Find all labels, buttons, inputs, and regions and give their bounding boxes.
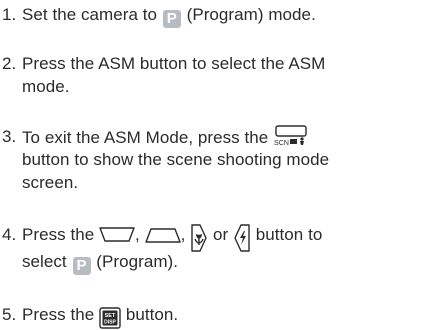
macro-right-button-icon: [190, 224, 208, 252]
instruction-list: 1. Set the camera to P (Program) mode. 2…: [0, 0, 445, 330]
set-disp-button-icon: SET DISP: [99, 307, 121, 330]
step-2-line-1: Press the ASM button to select the ASM: [22, 54, 326, 73]
step-number: 1.: [2, 5, 17, 24]
step-text: Press the: [22, 305, 95, 324]
step-text: Press the: [22, 225, 95, 244]
separator: ,: [135, 225, 140, 244]
step-number: 3.: [2, 127, 17, 146]
step-2-line-2: mode.: [22, 77, 70, 96]
step-4-line-1: Press the , , or button to: [22, 223, 322, 252]
step-text: button.: [125, 305, 179, 324]
step-number: 4.: [2, 225, 17, 244]
set-icon-label: SET: [105, 313, 116, 319]
scn-icon-label: SCN: [274, 140, 289, 147]
step-3-line-2: button to show the scene shooting mode: [22, 150, 330, 169]
step-4-line-2: select P (Program).: [22, 250, 178, 275]
program-mode-icon: P: [162, 10, 181, 28]
step-3-line-3: screen.: [22, 173, 79, 192]
step-1-line-1: Set the camera to P (Program) mode.: [22, 3, 316, 28]
step-text: select: [22, 252, 67, 271]
program-mode-icon: P: [72, 257, 91, 275]
step-text: (Program).: [96, 252, 179, 271]
step-text: To exit the ASM Mode, press the: [22, 128, 269, 147]
separator: ,: [180, 225, 186, 244]
step-text: button to: [255, 225, 323, 244]
or-text: or: [212, 225, 229, 244]
disp-icon-label: DISP: [104, 320, 116, 326]
down-arrow-button-icon: [99, 226, 135, 250]
step-5-line-1: Press the SET DISP button.: [22, 303, 178, 330]
step-text: Set the camera to: [22, 5, 158, 24]
step-number: 5.: [2, 305, 17, 324]
step-text: (Program) mode.: [186, 5, 316, 24]
up-arrow-button-icon: [144, 226, 181, 250]
flash-left-button-icon: [233, 224, 251, 252]
step-number: 2.: [2, 54, 17, 73]
